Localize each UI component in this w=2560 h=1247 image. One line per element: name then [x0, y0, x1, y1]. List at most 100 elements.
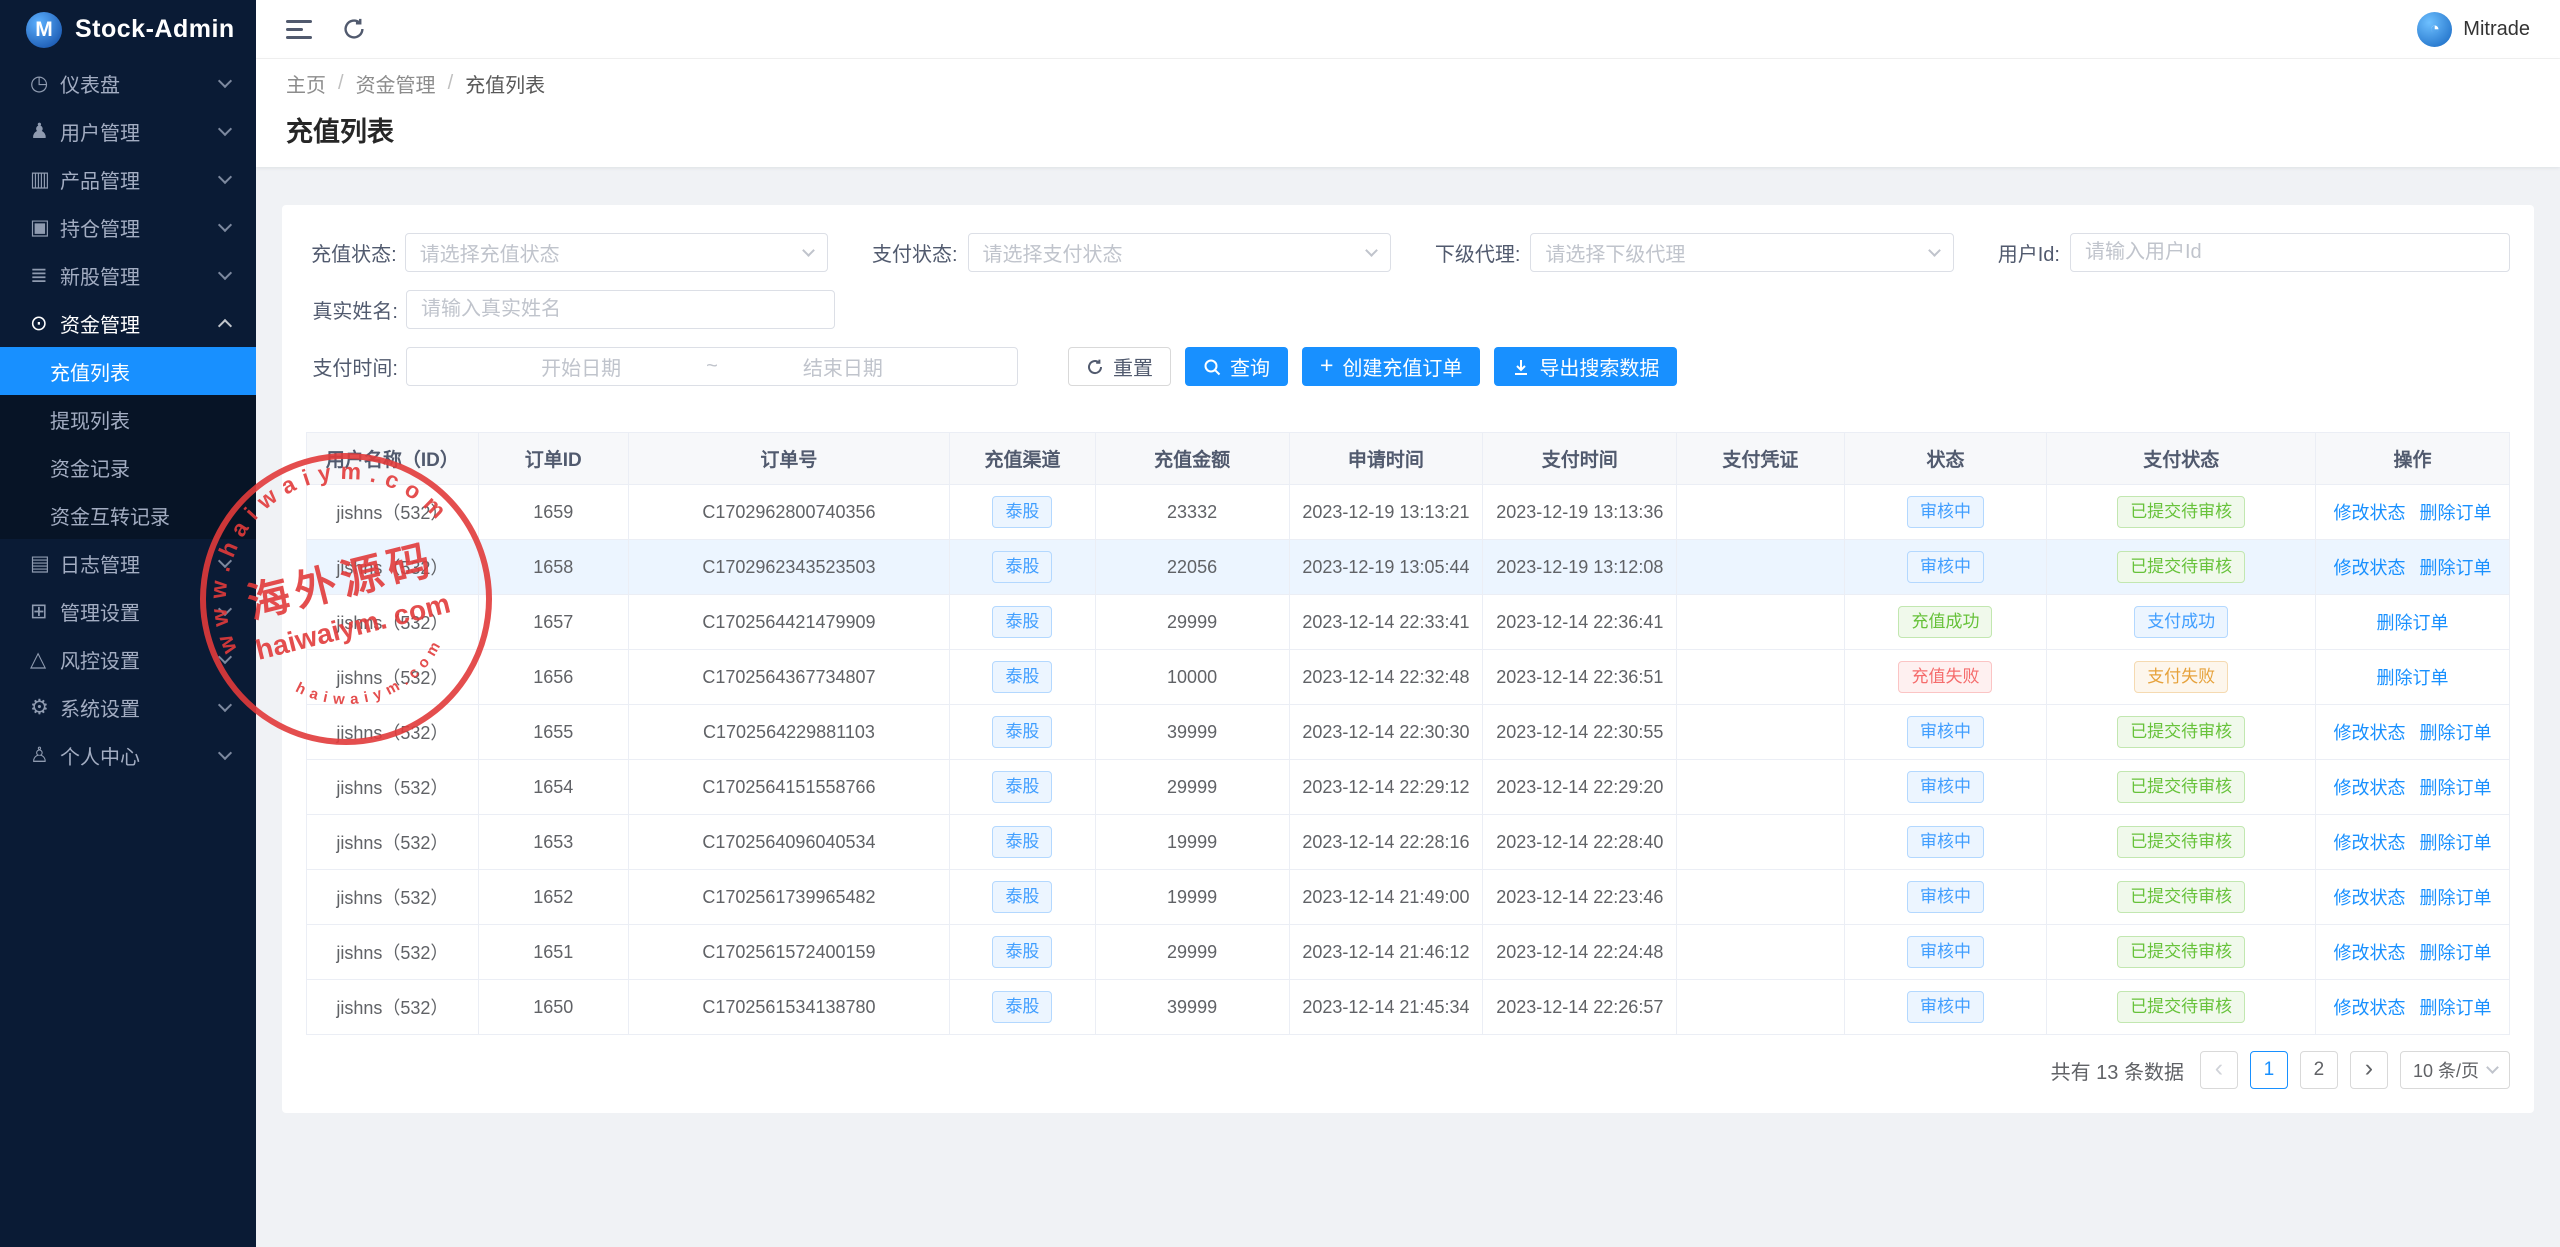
- page-number-button[interactable]: 2: [2300, 1051, 2338, 1089]
- avatar[interactable]: ◔: [2417, 12, 2452, 47]
- delete-order-link[interactable]: 删除订单: [2377, 613, 2449, 633]
- sidebar-item[interactable]: ⚙系统设置: [0, 683, 256, 731]
- sidebar-item-label: 日志管理: [60, 549, 220, 578]
- sidebar-collapse-icon[interactable]: [286, 16, 312, 43]
- cell-order-no: C1702561739965482: [628, 870, 950, 925]
- cell-pay-time: 2023-12-14 22:36:51: [1483, 650, 1677, 705]
- sidebar-item[interactable]: ⊞管理设置: [0, 587, 256, 635]
- cell-actions: 修改状态删除订单: [2316, 815, 2510, 870]
- reset-button[interactable]: 重置: [1068, 347, 1171, 386]
- table-row: jishns（532）1658C1702962343523503泰股220562…: [307, 540, 2510, 595]
- filter-row-1: 充值状态: 请选择充值状态 支付状态: 请选择支付状态 下级代理: 请选择下级代…: [306, 233, 2510, 272]
- risk-icon: △: [30, 647, 60, 672]
- cell-order-no: C1702561534138780: [628, 980, 950, 1035]
- cell-apply-time: 2023-12-14 21:45:34: [1289, 980, 1483, 1035]
- sidebar-item[interactable]: ♙个人中心: [0, 731, 256, 779]
- sidebar-item[interactable]: ◷仪表盘: [0, 59, 256, 107]
- refresh-icon[interactable]: [342, 17, 366, 41]
- delete-order-link[interactable]: 删除订单: [2420, 943, 2492, 963]
- cell-pay-status: 已提交待审核: [2047, 540, 2316, 595]
- sidebar-item-label: 新股管理: [60, 261, 220, 290]
- user-id-input[interactable]: [2070, 233, 2510, 272]
- cell-pay-time: 2023-12-14 22:29:20: [1483, 760, 1677, 815]
- cell-channel: 泰股: [950, 485, 1095, 540]
- sidebar-subitem[interactable]: 提现列表: [0, 395, 256, 443]
- cell-order-id: 1653: [478, 815, 628, 870]
- cell-pay-time: 2023-12-14 22:24:48: [1483, 925, 1677, 980]
- cell-voucher: [1677, 595, 1844, 650]
- delete-order-link[interactable]: 删除订单: [2377, 668, 2449, 688]
- cell-amount: 10000: [1095, 650, 1289, 705]
- modify-status-link[interactable]: 修改状态: [2334, 943, 2406, 963]
- sidebar-item[interactable]: ▣持仓管理: [0, 203, 256, 251]
- cell-actions: 修改状态删除订单: [2316, 870, 2510, 925]
- page-number-button[interactable]: 1: [2250, 1051, 2288, 1089]
- reset-icon: [1086, 358, 1104, 376]
- create-recharge-order-button[interactable]: + 创建充值订单: [1302, 347, 1480, 386]
- cell-apply-time: 2023-12-14 22:28:16: [1289, 815, 1483, 870]
- sidebar-item[interactable]: ⊙资金管理: [0, 299, 256, 347]
- agent-select[interactable]: 请选择下级代理: [1530, 233, 1953, 272]
- cell-user: jishns（532）: [307, 705, 479, 760]
- pay-time-range-picker[interactable]: 开始日期 ~ 结束日期: [406, 347, 1018, 386]
- delete-order-link[interactable]: 删除订单: [2420, 778, 2492, 798]
- cell-actions: 修改状态删除订单: [2316, 760, 2510, 815]
- breadcrumb-home[interactable]: 主页: [286, 69, 326, 98]
- cell-pay-time: 2023-12-14 22:30:55: [1483, 705, 1677, 760]
- sidebar-menu: ◷仪表盘♟用户管理▥产品管理▣持仓管理≣新股管理⊙资金管理充值列表提现列表资金记…: [0, 59, 256, 779]
- delete-order-link[interactable]: 删除订单: [2420, 998, 2492, 1018]
- sidebar-item[interactable]: ♟用户管理: [0, 107, 256, 155]
- cell-order-id: 1656: [478, 650, 628, 705]
- modify-status-link[interactable]: 修改状态: [2334, 998, 2406, 1018]
- cell-voucher: [1677, 485, 1844, 540]
- recharge-status-select[interactable]: 请选择充值状态: [405, 233, 828, 272]
- delete-order-link[interactable]: 删除订单: [2420, 833, 2492, 853]
- sidebar-subitem[interactable]: 资金记录: [0, 443, 256, 491]
- prev-page-button[interactable]: ‹: [2200, 1051, 2238, 1089]
- column-header: 充值渠道: [950, 433, 1095, 485]
- pay-status-tag: 已提交待审核: [2117, 551, 2245, 582]
- modify-status-link[interactable]: 修改状态: [2334, 558, 2406, 578]
- table-row: jishns（532）1656C1702564367734807泰股100002…: [307, 650, 2510, 705]
- delete-order-link[interactable]: 删除订单: [2420, 558, 2492, 578]
- modify-status-link[interactable]: 修改状态: [2334, 723, 2406, 743]
- chevron-down-icon: [1365, 244, 1378, 257]
- pay-status-select[interactable]: 请选择支付状态: [968, 233, 1391, 272]
- page-size-select[interactable]: 10 条/页: [2400, 1051, 2510, 1089]
- modify-status-link[interactable]: 修改状态: [2334, 888, 2406, 908]
- modify-status-link[interactable]: 修改状态: [2334, 833, 2406, 853]
- channel-tag: 泰股: [992, 771, 1052, 802]
- page-header: 主页 / 资金管理 / 充值列表 充值列表: [256, 59, 2560, 167]
- user-id-label: 用户Id:: [1998, 238, 2060, 267]
- breadcrumb-funds[interactable]: 资金管理: [356, 69, 436, 98]
- sidebar-item[interactable]: ▤日志管理: [0, 539, 256, 587]
- export-search-data-button[interactable]: 导出搜索数据: [1494, 347, 1677, 386]
- topbar-user[interactable]: ◔ Mitrade: [2417, 12, 2530, 47]
- cell-pay-status: 已提交待审核: [2047, 705, 2316, 760]
- sidebar-item-label: 用户管理: [60, 117, 220, 146]
- modify-status-link[interactable]: 修改状态: [2334, 503, 2406, 523]
- delete-order-link[interactable]: 删除订单: [2420, 723, 2492, 743]
- sidebar-subitem[interactable]: 资金互转记录: [0, 491, 256, 539]
- search-button[interactable]: 查询: [1185, 347, 1288, 386]
- cell-order-no: C1702564421479909: [628, 595, 950, 650]
- user-name: Mitrade: [2463, 18, 2530, 41]
- delete-order-link[interactable]: 删除订单: [2420, 503, 2492, 523]
- next-page-button[interactable]: ›: [2350, 1051, 2388, 1089]
- cell-status: 审核中: [1844, 870, 2047, 925]
- cell-order-id: 1657: [478, 595, 628, 650]
- positions-icon: ▣: [30, 215, 60, 240]
- delete-order-link[interactable]: 删除订单: [2420, 888, 2492, 908]
- cell-pay-time: 2023-12-14 22:28:40: [1483, 815, 1677, 870]
- real-name-input[interactable]: [406, 290, 835, 329]
- cell-user: jishns（532）: [307, 595, 479, 650]
- sidebar-item[interactable]: ▥产品管理: [0, 155, 256, 203]
- sidebar-item[interactable]: △风控设置: [0, 635, 256, 683]
- chevron-down-icon: [218, 73, 232, 87]
- cell-actions: 修改状态删除订单: [2316, 925, 2510, 980]
- channel-tag: 泰股: [992, 991, 1052, 1022]
- cell-pay-status: 已提交待审核: [2047, 870, 2316, 925]
- modify-status-link[interactable]: 修改状态: [2334, 778, 2406, 798]
- sidebar-item[interactable]: ≣新股管理: [0, 251, 256, 299]
- sidebar-subitem[interactable]: 充值列表: [0, 347, 256, 395]
